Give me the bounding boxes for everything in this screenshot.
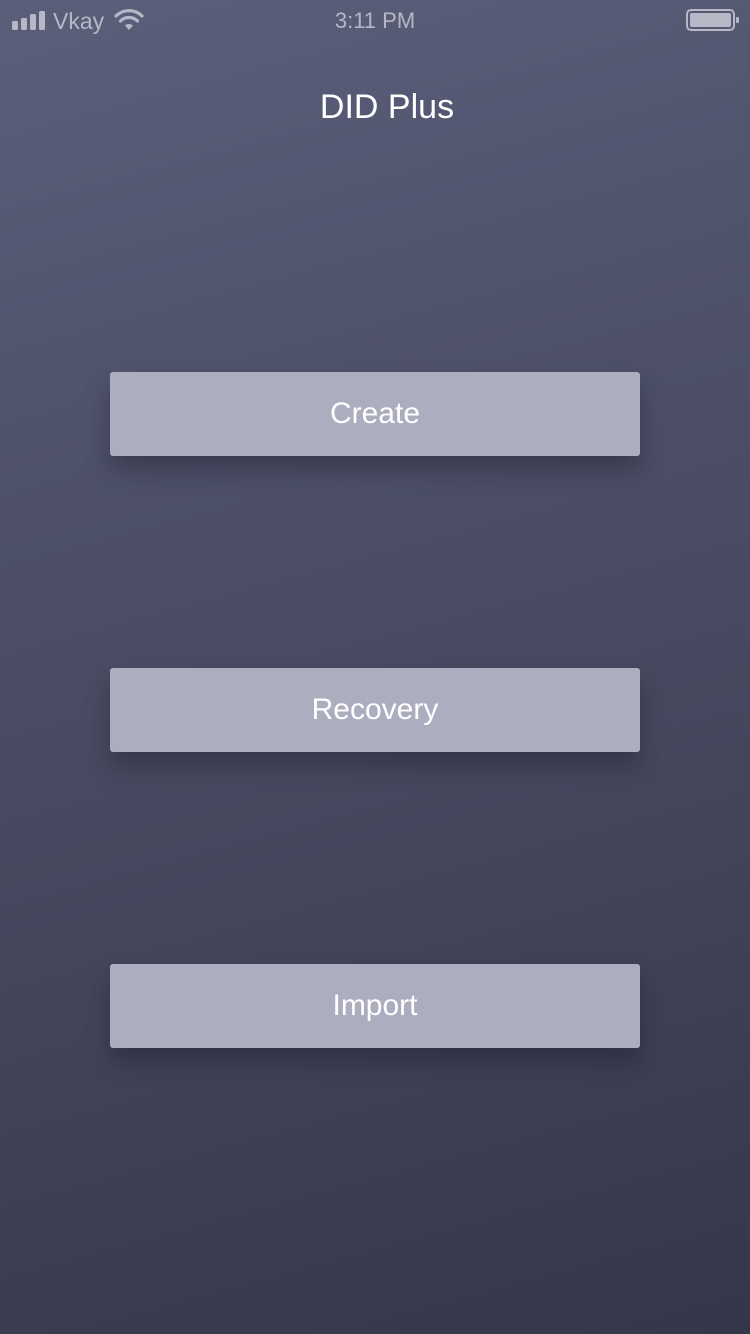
status-time: 3:11 PM <box>334 8 416 33</box>
import-button[interactable]: Import <box>110 964 640 1048</box>
page-title: DID Plus <box>319 88 455 126</box>
battery-icon <box>686 9 739 31</box>
status-bar: Vkay 3:11 PM <box>0 0 750 40</box>
create-button[interactable]: Create <box>110 372 640 456</box>
recovery-button[interactable]: Recovery <box>110 668 640 752</box>
